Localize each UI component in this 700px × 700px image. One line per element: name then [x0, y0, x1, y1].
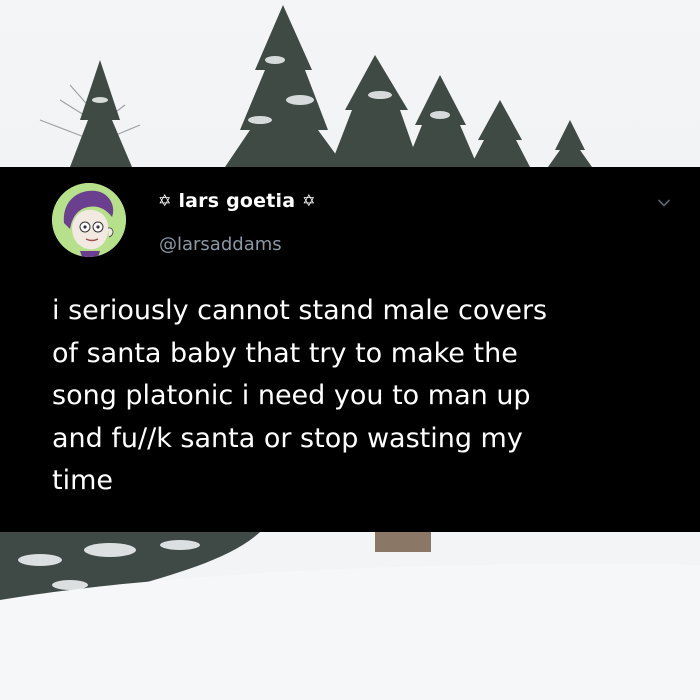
display-name-row[interactable]: ✡ lars goetia ✡: [158, 190, 316, 212]
tweet-body: i seriously cannot stand male covers of …: [52, 290, 682, 503]
chevron-down-icon[interactable]: [657, 196, 671, 210]
tweet-body-line: i seriously cannot stand male covers: [52, 295, 548, 326]
tweet-body-line: and fu∕∕k santa or stop wasting my: [52, 422, 523, 454]
pentagram-icon: ✡: [158, 191, 172, 210]
display-name: lars goetia: [178, 190, 296, 212]
pentagram-icon: ✡: [302, 191, 316, 210]
tweet-body-line: of santa baby that try to make the: [52, 337, 518, 369]
avatar[interactable]: [52, 183, 126, 257]
wooden-post: [375, 532, 431, 552]
cartoon-avatar-icon: [52, 183, 126, 257]
tweet-body-line: time: [52, 465, 114, 496]
user-handle[interactable]: @larsaddams: [159, 234, 282, 255]
tweet-body-line: song platonic i need you to man up: [52, 380, 531, 411]
